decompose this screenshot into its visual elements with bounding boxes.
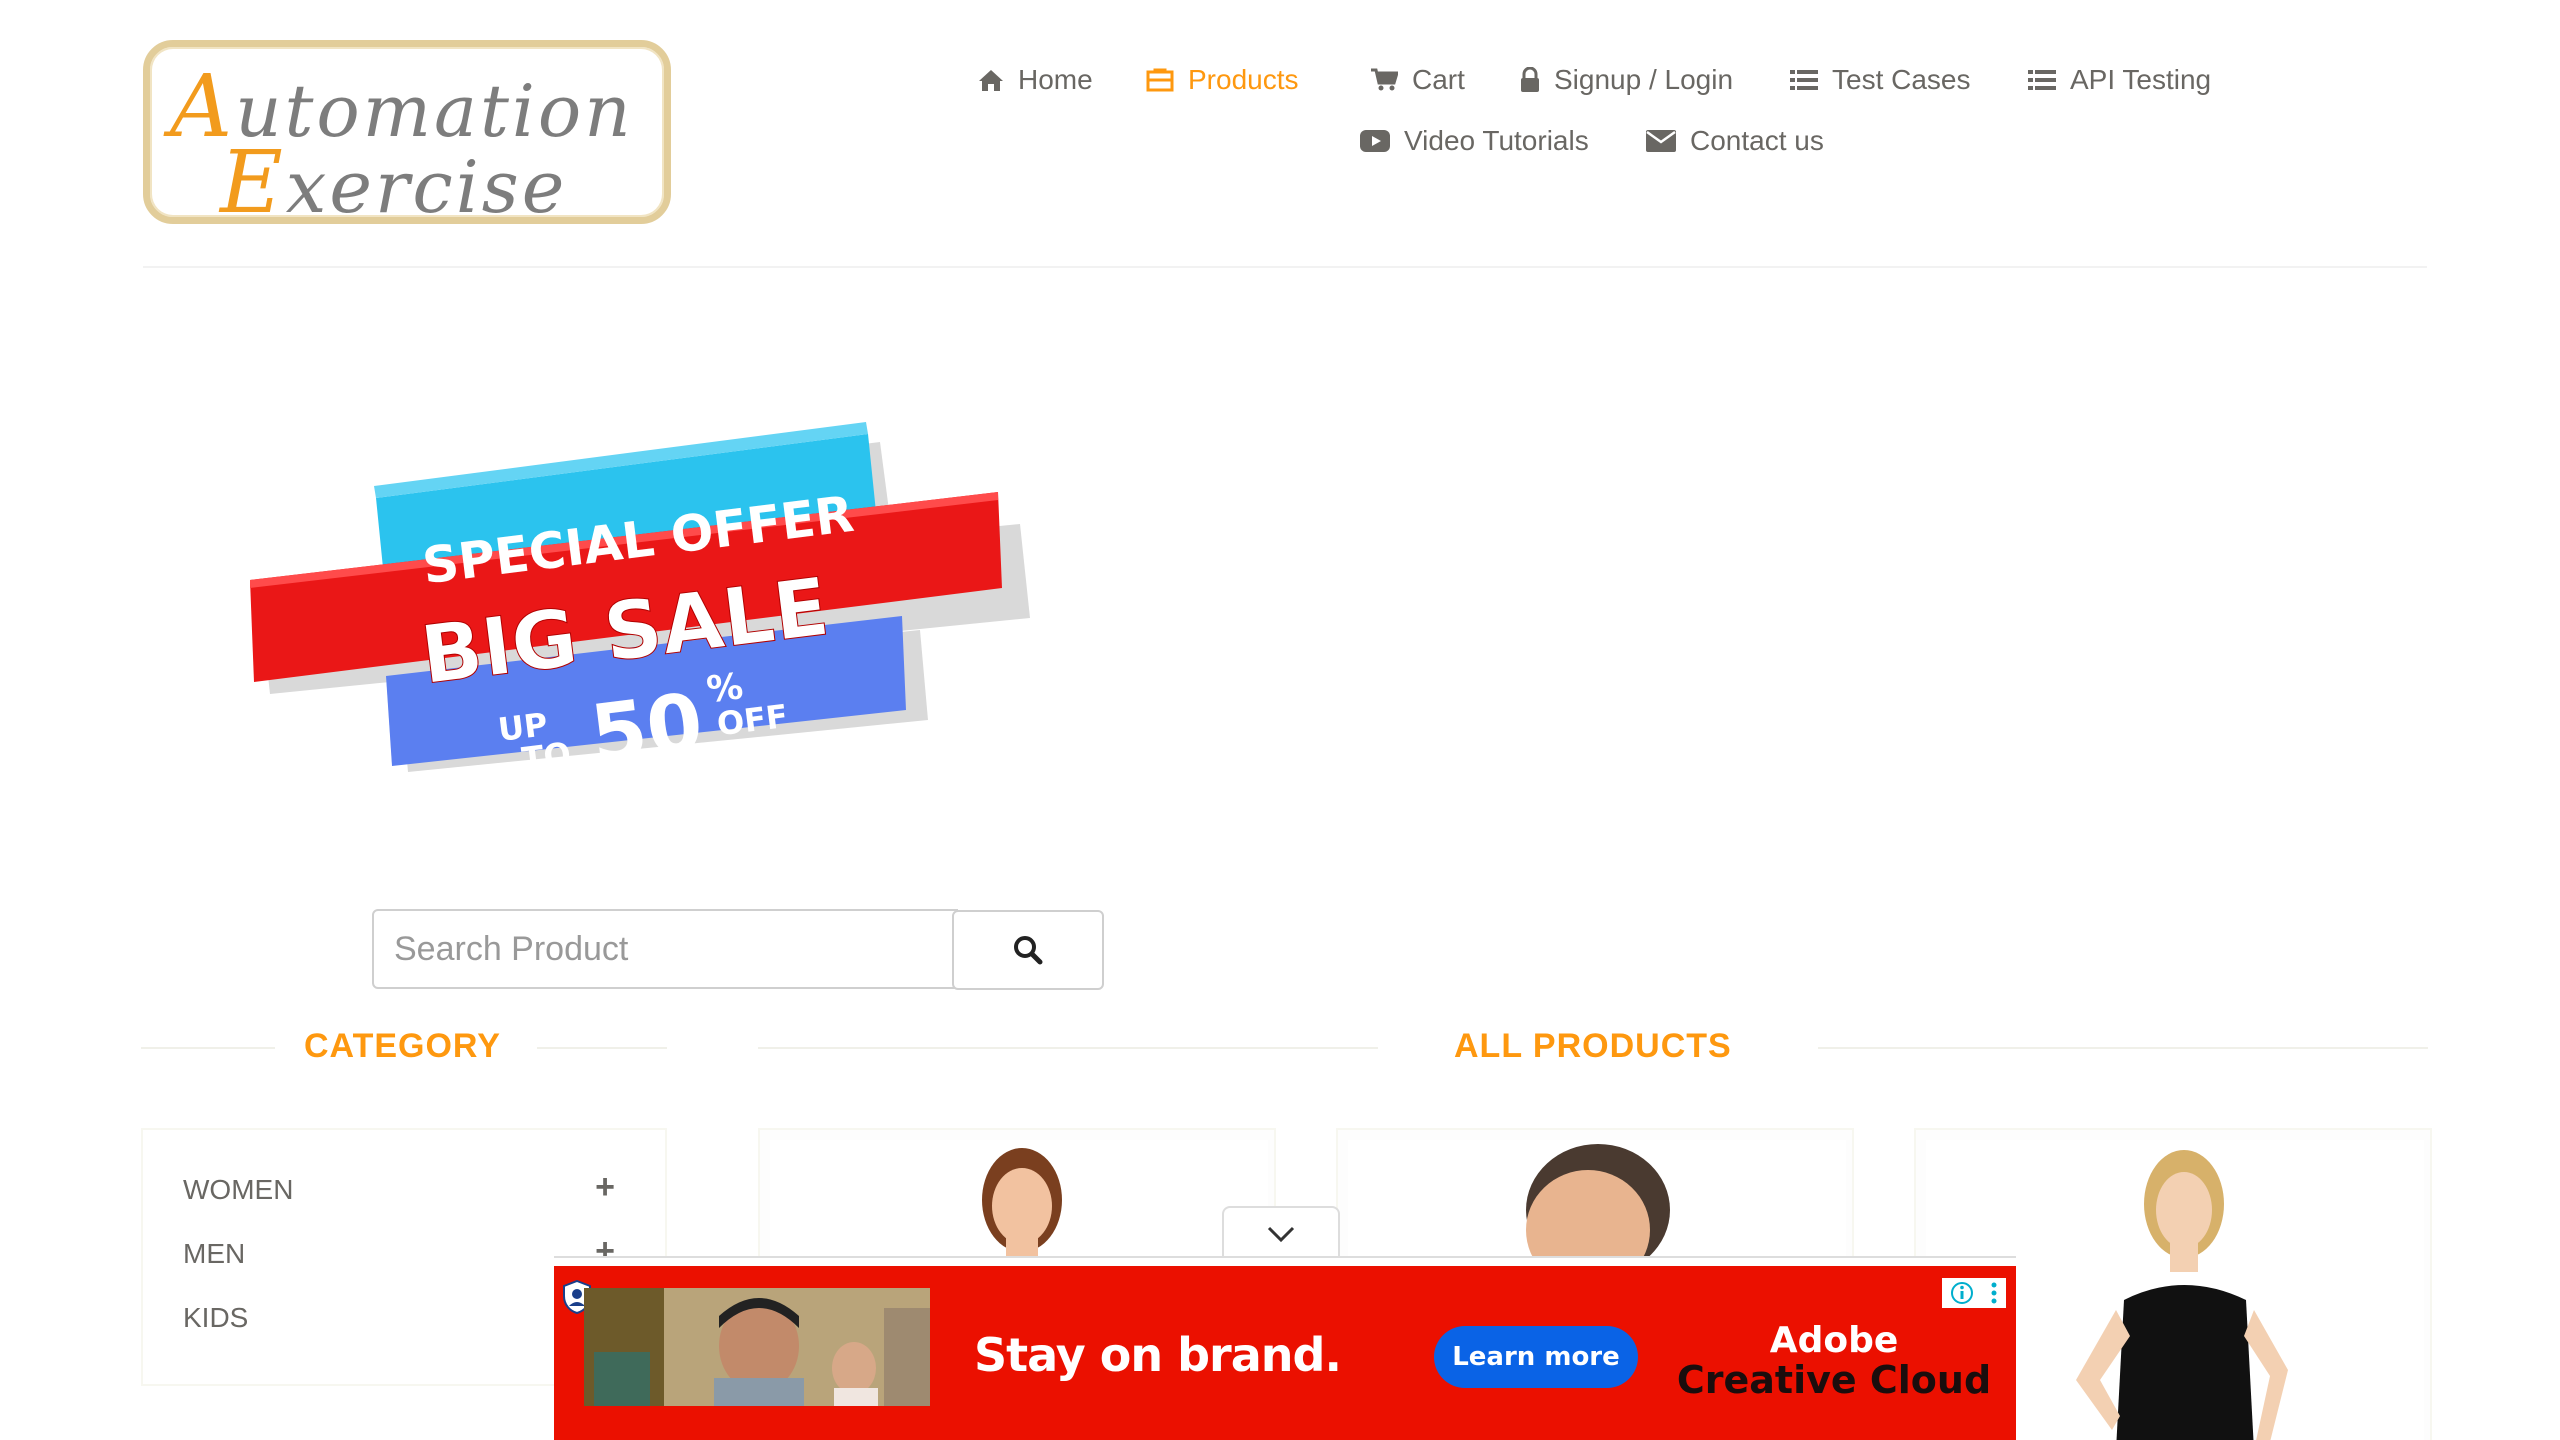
products-title-line-right — [1818, 1047, 2428, 1049]
banner-to: TO — [520, 735, 573, 779]
category-kids[interactable]: KIDS — [183, 1302, 248, 1334]
nav-signup-login[interactable]: Signup / Login — [1520, 64, 1733, 96]
cart-icon — [1371, 68, 1398, 91]
nav-video-tutorials[interactable]: Video Tutorials — [1360, 125, 1589, 157]
category-title-line-left — [141, 1047, 275, 1049]
ad-learn-more-button[interactable]: Learn more — [1434, 1326, 1638, 1388]
nav-home[interactable]: Home — [978, 64, 1093, 96]
youtube-icon — [1360, 130, 1390, 152]
logo-line-2: Exercise — [220, 133, 568, 233]
ad-headline: Stay on brand. — [974, 1328, 1342, 1382]
nav-api-testing[interactable]: API Testing — [2028, 64, 2211, 96]
search-product-input[interactable] — [372, 909, 958, 989]
lock-icon — [1521, 67, 1539, 92]
ad-brand-name: Adobe — [1769, 1320, 1899, 1361]
nav-products[interactable]: Products — [1146, 64, 1299, 96]
nav-cart-label: Cart — [1412, 64, 1465, 95]
plus-icon[interactable]: + — [595, 1168, 615, 1207]
nav-test-cases[interactable]: Test Cases — [1790, 64, 1971, 96]
ad-info-controls[interactable] — [1942, 1278, 2006, 1308]
special-offer-banner: SPECIAL OFFER BIG SALE UP TO 50 % OFF — [250, 422, 1030, 782]
site-logo[interactable]: Automation Exercise — [143, 40, 671, 233]
category-women[interactable]: WOMEN — [183, 1174, 293, 1206]
nav-signup-label: Signup / Login — [1554, 64, 1734, 95]
header-divider — [143, 266, 2427, 268]
ad-photo — [584, 1288, 930, 1406]
advertisement-banner[interactable]: Stay on brand. Learn more Adobe Creative… — [554, 1256, 2016, 1440]
more-vert-icon[interactable] — [1989, 1281, 1999, 1305]
all-products-title: ALL PRODUCTS — [1454, 1027, 1732, 1065]
nav-video-label: Video Tutorials — [1404, 125, 1589, 156]
nav-contact-label: Contact us — [1690, 125, 1824, 156]
category-men[interactable]: MEN — [183, 1238, 245, 1270]
nav-test-cases-label: Test Cases — [1832, 64, 1971, 95]
search-icon — [1014, 936, 1043, 965]
products-title-line-left — [758, 1047, 1378, 1049]
nav-cart[interactable]: Cart — [1370, 64, 1465, 96]
info-icon[interactable] — [1950, 1281, 1974, 1305]
nav-home-label: Home — [1018, 64, 1093, 95]
list-icon — [1790, 70, 1818, 90]
home-icon — [979, 70, 1003, 91]
list-icon — [2028, 70, 2056, 90]
chevron-down-icon — [1267, 1226, 1295, 1243]
banner-off: OFF — [715, 697, 790, 743]
search-button[interactable] — [952, 910, 1104, 990]
ad-content[interactable]: Stay on brand. Learn more Adobe Creative… — [554, 1266, 2016, 1440]
briefcase-icon — [1146, 68, 1174, 92]
nav-api-testing-label: API Testing — [2070, 64, 2212, 95]
ad-collapse-toggle[interactable] — [1222, 1206, 1340, 1260]
category-title-line-right — [537, 1047, 667, 1049]
category-title: CATEGORY — [304, 1027, 501, 1065]
nav-products-label: Products — [1188, 64, 1299, 95]
banner-fifty: 50 — [586, 676, 708, 782]
ad-brand-product: Creative Cloud — [1676, 1358, 1992, 1402]
nav-contact-us[interactable]: Contact us — [1646, 125, 1824, 157]
envelope-icon — [1646, 130, 1676, 152]
